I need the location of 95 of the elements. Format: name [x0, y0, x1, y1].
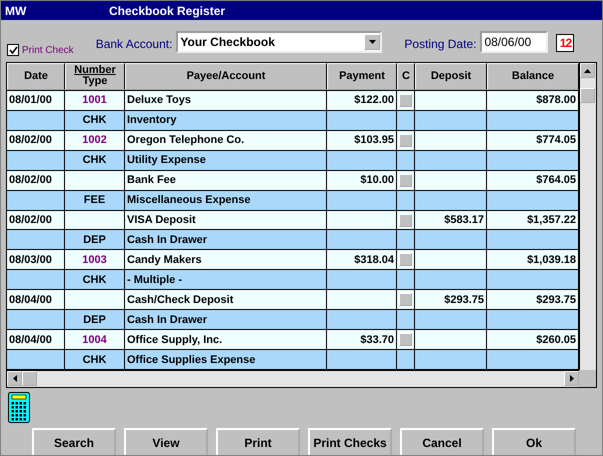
table-row[interactable]: 08/02/00 VISA Deposit $583.17 $1,357.22 [7, 210, 579, 230]
table-cell: Office Supply, Inc. [125, 330, 327, 350]
table-cell: $318.04 [327, 250, 397, 270]
column-header[interactable]: Payee/Account [125, 63, 327, 90]
cleared-checkbox[interactable] [399, 253, 412, 266]
column-header[interactable]: Date [7, 63, 65, 90]
table-cell: DEP [65, 310, 125, 330]
cleared-checkbox[interactable] [399, 214, 412, 226]
table-cell: FEE [65, 190, 125, 210]
table-cell: Office Supplies Expense [125, 350, 327, 370]
table-row[interactable]: DEP Cash In Drawer [7, 310, 579, 330]
table-row[interactable]: 08/02/00 1002 Oregon Telephone Co. $103.95 $774.05 [7, 130, 579, 151]
table-cell: $583.17 [415, 210, 487, 230]
table-cell: Cash In Drawer [125, 310, 327, 330]
table-cell: Utility Expense [125, 150, 327, 170]
column-header[interactable]: Balance [487, 63, 579, 90]
table-cell: VISA Deposit [125, 210, 327, 230]
table-cell: CHK [65, 350, 125, 370]
table-cell: Candy Makers [125, 250, 327, 270]
table-cell: $293.75 [415, 290, 487, 310]
action-button[interactable]: Print [216, 428, 300, 455]
table-cell: 08/02/00 [7, 210, 65, 230]
cleared-checkbox[interactable] [399, 94, 412, 107]
cleared-checkbox[interactable] [399, 293, 412, 306]
table-cell: $122.00 [327, 90, 397, 110]
action-button[interactable]: View [124, 428, 208, 455]
table-row[interactable]: 08/03/00 1003 Candy Makers $318.04 $1,039.18 [7, 250, 579, 270]
scroll-left-button[interactable] [7, 371, 22, 386]
window-title: Checkbook Register [109, 4, 226, 18]
right-arrow-icon [570, 375, 574, 382]
table-cell: $103.95 [327, 130, 397, 150]
table-cell: Cash/Check Deposit [125, 290, 327, 310]
table-row[interactable]: CHK Utility Expense [7, 150, 579, 171]
action-button[interactable]: Print Checks [308, 428, 392, 455]
table-cell: 1002 [65, 130, 125, 150]
table-cell: 08/01/00 [7, 90, 65, 110]
table-cell: 08/02/00 [7, 170, 65, 190]
scroll-up-button[interactable] [580, 63, 595, 78]
dropdown-button[interactable] [364, 34, 380, 50]
cleared-checkbox[interactable] [399, 174, 412, 187]
table-row[interactable]: DEP Cash In Drawer [7, 230, 579, 250]
scroll-thumb[interactable] [580, 88, 595, 103]
table-row[interactable]: 08/01/00 1001 Deluxe Toys $122.00 $878.00 [7, 90, 579, 111]
field-label: Posting Date: [404, 37, 476, 53]
cleared-checkbox[interactable] [399, 333, 412, 346]
table-cell: DEP [65, 230, 125, 250]
column-header[interactable]: C [397, 63, 415, 90]
cleared-checkbox[interactable] [399, 134, 412, 147]
table-cell: Deluxe Toys [125, 90, 327, 110]
scroll-thumb[interactable] [22, 371, 37, 386]
action-button[interactable]: Cancel [400, 428, 484, 455]
down-arrow-icon [368, 40, 376, 44]
table-cell: 1003 [65, 250, 125, 270]
table-cell: - Multiple - [125, 270, 327, 290]
table-cell: CHK [65, 150, 125, 170]
table-row[interactable]: 08/04/00 1004 Office Supply, Inc. $33.70 $260.05 [7, 330, 579, 350]
action-button[interactable]: Ok [492, 428, 576, 455]
field-label: Bank Account: [96, 37, 172, 53]
column-header[interactable]: Payment [327, 63, 397, 90]
table-row[interactable]: 08/04/00 Cash/Check Deposit $293.75 $293.75 [7, 290, 579, 310]
left-arrow-icon [12, 375, 16, 382]
table-cell: Oregon Telephone Co. [125, 130, 327, 150]
action-button[interactable]: Search [32, 428, 116, 455]
table-cell: CHK [65, 270, 125, 290]
table-row[interactable]: FEE Miscellaneous Expense [7, 190, 579, 211]
table-row[interactable]: CHK - Multiple - [7, 270, 579, 290]
table-cell: Cash In Drawer [125, 230, 327, 250]
table-cell: $33.70 [327, 330, 397, 350]
table-cell: 1001 [65, 90, 125, 110]
column-header[interactable]: Deposit [415, 63, 487, 90]
checkbox-label: Print Check [22, 44, 74, 56]
calculator-icon[interactable] [8, 392, 30, 423]
scroll-right-button[interactable] [564, 371, 579, 386]
app-label: MW [5, 4, 28, 18]
table-cell: 08/04/00 [7, 290, 65, 310]
table-cell: 1004 [65, 330, 125, 350]
print-check-checkbox[interactable] [7, 44, 19, 56]
table-row[interactable]: CHK Inventory [7, 110, 579, 131]
bank-account-dropdown[interactable]: Your Checkbook [176, 31, 382, 53]
table-row[interactable]: CHK Office Supplies Expense [7, 350, 579, 370]
column-header[interactable]: Number Type [65, 63, 125, 90]
table-cell: CHK [65, 110, 125, 130]
vertical-scrollbar[interactable] [579, 63, 596, 370]
table-row[interactable]: 08/02/00 Bank Fee $10.00 $764.05 [7, 170, 579, 191]
table-cell: $10.00 [327, 170, 397, 190]
table-cell: Miscellaneous Expense [125, 190, 327, 210]
calendar-button[interactable]: 12 [556, 34, 574, 52]
date-field[interactable]: 08/06/00 [480, 31, 548, 53]
horizontal-scrollbar[interactable] [7, 370, 579, 387]
table-cell: Inventory [125, 110, 327, 130]
table-cell: Bank Fee [125, 170, 327, 190]
up-arrow-icon [584, 68, 591, 72]
table-cell: 08/04/00 [7, 330, 65, 350]
table-cell: 08/03/00 [7, 250, 65, 270]
table-cell: 08/02/00 [7, 130, 65, 150]
